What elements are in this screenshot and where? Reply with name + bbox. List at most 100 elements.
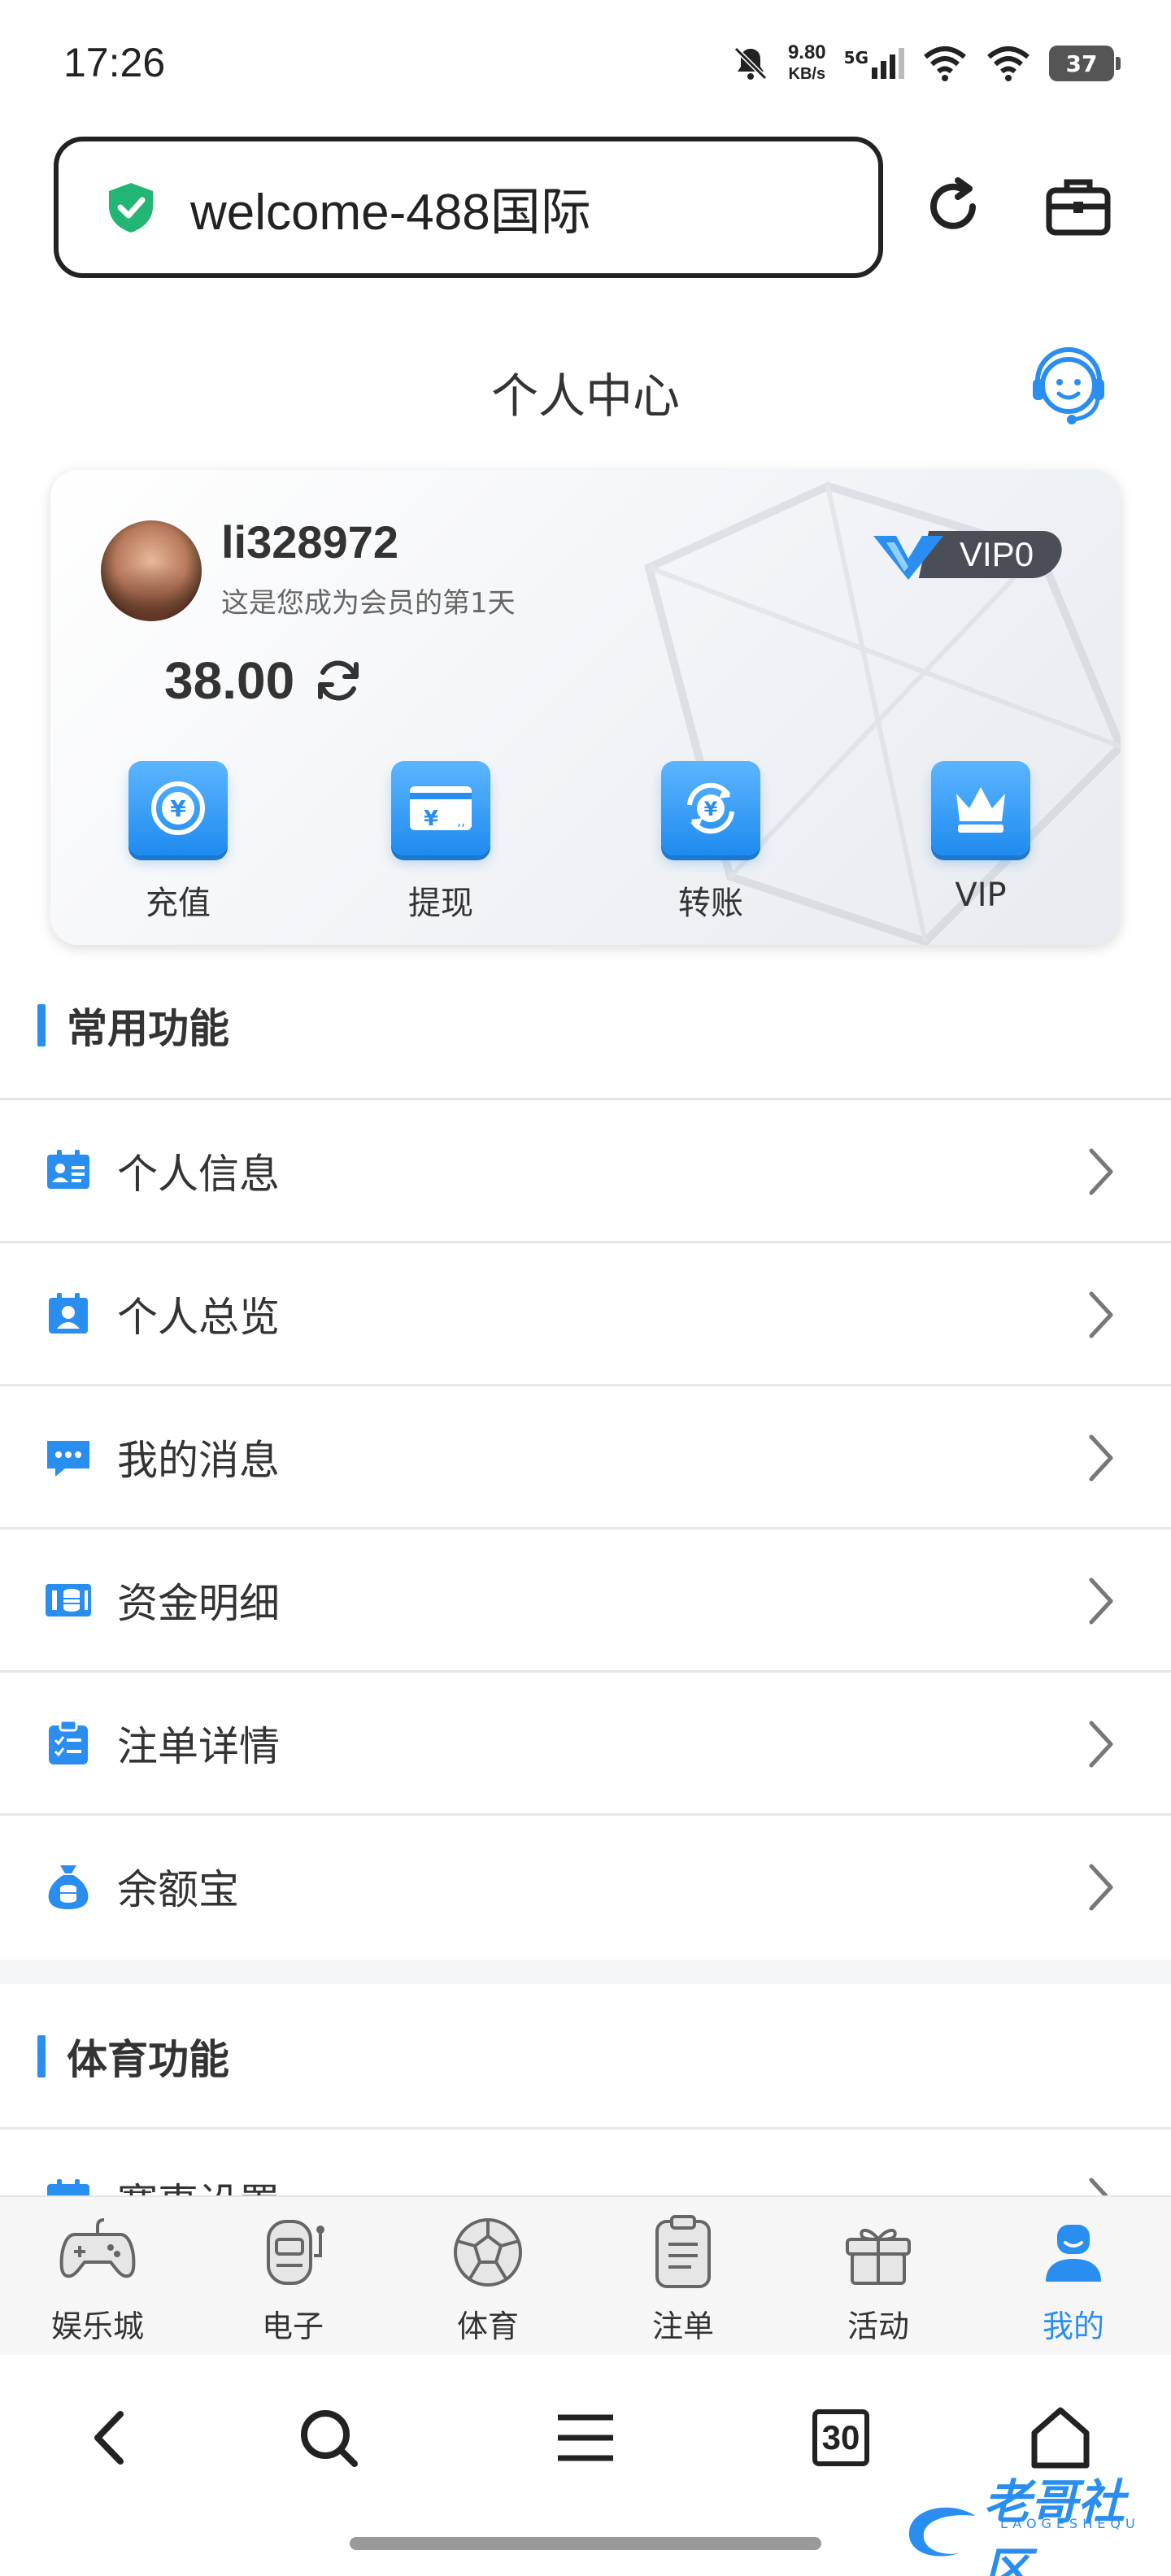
chevron-right-icon bbox=[1089, 1434, 1113, 1482]
hamburger-menu-icon bbox=[558, 2414, 613, 2461]
bottom-tab-bar: 娱乐城 电子 体育 注单 活动 我的 bbox=[0, 2195, 1171, 2355]
vip-level: VIP0 bbox=[960, 535, 1034, 573]
profile-icon bbox=[1046, 2225, 1101, 2282]
dragon-logo-icon bbox=[908, 2507, 976, 2556]
message-icon bbox=[47, 1440, 89, 1477]
status-icons: 9.80 KB/s 5G 37 bbox=[731, 39, 1121, 88]
search-button[interactable] bbox=[289, 2399, 368, 2477]
address-bar[interactable]: welcome-488国际 bbox=[54, 137, 883, 278]
menu-item-balance-treasure[interactable]: 余额宝 bbox=[0, 1813, 1171, 1956]
recharge-button[interactable]: ¥ 充值 bbox=[50, 761, 306, 924]
tab-bets[interactable]: 注单 bbox=[586, 2197, 781, 2355]
recharge-label: 充值 bbox=[146, 885, 211, 922]
vip-button[interactable]: VIP bbox=[846, 761, 1116, 924]
tab-label: 电子 bbox=[261, 2308, 324, 2344]
menu-item-label: 个人总览 bbox=[117, 1293, 280, 1341]
status-bar: 17:26 9.80 KB/s 5G 37 bbox=[0, 0, 1171, 122]
svg-text:¥: ¥ bbox=[704, 798, 718, 820]
gamepad-icon bbox=[59, 2218, 136, 2278]
menu-item-label: 个人信息 bbox=[117, 1150, 280, 1198]
menu-item-my-messages[interactable]: 我的消息 bbox=[0, 1384, 1171, 1527]
menu-item-label: 我的消息 bbox=[117, 1436, 280, 1484]
transfer-icon: ¥ bbox=[687, 782, 734, 834]
gift-icon bbox=[846, 2229, 911, 2285]
back-arrow-icon bbox=[94, 2411, 124, 2465]
mute-bell-icon bbox=[734, 46, 768, 80]
svg-text:,,: ,, bbox=[457, 813, 465, 829]
quick-actions: ¥ 充值 ¥,, 提现 ¥ 转账 VIP bbox=[50, 761, 1121, 924]
money-bag-icon bbox=[48, 1865, 89, 1909]
toolbox-button[interactable] bbox=[1044, 172, 1112, 241]
reload-button[interactable] bbox=[919, 172, 987, 241]
menu-item-bet-details[interactable]: 注单详情 bbox=[0, 1670, 1171, 1813]
tab-label: 活动 bbox=[847, 2308, 909, 2344]
reload-icon bbox=[930, 177, 976, 229]
menu-item-label: 资金明细 bbox=[117, 1579, 280, 1627]
refresh-balance-icon[interactable] bbox=[312, 655, 364, 707]
tab-mine[interactable]: 我的 bbox=[976, 2197, 1171, 2355]
transfer-label: 转账 bbox=[678, 885, 743, 922]
withdraw-button[interactable]: ¥,, 提现 bbox=[306, 761, 576, 924]
wifi-icon-2 bbox=[987, 46, 1030, 81]
transfer-button[interactable]: ¥ 转账 bbox=[576, 761, 846, 924]
chevron-right-icon bbox=[1089, 1148, 1113, 1195]
back-button[interactable] bbox=[72, 2399, 150, 2477]
secure-shield-icon bbox=[109, 183, 153, 233]
page-title: 个人中心 bbox=[490, 368, 680, 424]
clipboard-icon bbox=[49, 1719, 88, 1764]
user-badge-icon bbox=[49, 1292, 88, 1334]
balance-amount: 38.00 bbox=[164, 651, 295, 710]
toolbox-icon bbox=[1046, 179, 1111, 236]
watermark-subtext: LAOGESHEQU bbox=[1000, 2516, 1140, 2531]
tab-activities[interactable]: 活动 bbox=[781, 2197, 976, 2355]
football-icon bbox=[454, 2218, 522, 2287]
vip-badge[interactable]: VIP0 bbox=[872, 529, 1067, 581]
section-accent-bar bbox=[37, 1004, 46, 1046]
vip-label: VIP bbox=[955, 877, 1007, 914]
tab-label: 体育 bbox=[456, 2308, 519, 2344]
withdraw-label: 提现 bbox=[408, 885, 473, 922]
recharge-icon: ¥ bbox=[151, 781, 205, 835]
funds-icon bbox=[46, 1583, 91, 1617]
search-icon bbox=[301, 2410, 358, 2467]
member-days-text: 这是您成为会员的第1天 bbox=[221, 587, 516, 620]
tab-label: 注单 bbox=[651, 2308, 714, 2344]
home-indicator[interactable] bbox=[350, 2537, 821, 2550]
slot-machine-icon bbox=[267, 2220, 324, 2285]
tab-casino[interactable]: 娱乐城 bbox=[0, 2197, 195, 2355]
menu-item-personal-overview[interactable]: 个人总览 bbox=[0, 1241, 1171, 1384]
customer-service-button[interactable] bbox=[1026, 345, 1111, 429]
tab-label: 娱乐城 bbox=[50, 2308, 144, 2344]
document-icon bbox=[655, 2215, 711, 2288]
id-card-icon bbox=[47, 1149, 89, 1189]
section-divider bbox=[0, 1960, 1171, 1984]
menu-item-personal-info[interactable]: 个人信息 bbox=[0, 1098, 1171, 1241]
tab-label: 我的 bbox=[1042, 2308, 1104, 2344]
tab-sports[interactable]: 体育 bbox=[390, 2197, 586, 2355]
crown-icon bbox=[956, 787, 1005, 833]
tab-electronic[interactable]: 电子 bbox=[195, 2197, 390, 2355]
balance: 38.00 bbox=[164, 651, 364, 711]
battery-icon: 37 bbox=[1049, 46, 1121, 81]
url-text: welcome-488国际 bbox=[190, 185, 591, 241]
withdraw-icon: ¥,, bbox=[410, 786, 472, 831]
home-icon bbox=[1031, 2407, 1090, 2469]
menu-item-label: 余额宝 bbox=[117, 1865, 239, 1913]
vip-diamond-icon bbox=[873, 536, 943, 580]
chevron-right-icon bbox=[1089, 1577, 1113, 1625]
username: li328972 bbox=[221, 516, 398, 568]
sports-functions-header: 体育功能 bbox=[0, 2004, 1171, 2109]
menu-button[interactable] bbox=[546, 2399, 625, 2477]
section-title: 常用功能 bbox=[67, 1005, 229, 1052]
avatar[interactable] bbox=[101, 520, 202, 621]
section-accent-bar bbox=[37, 2035, 46, 2078]
net-speed: 9.80 KB/s bbox=[787, 41, 826, 84]
chevron-right-icon bbox=[1089, 1291, 1113, 1338]
cell-signal-icon: 5G bbox=[844, 48, 904, 79]
chevron-right-icon bbox=[1089, 1721, 1113, 1768]
menu-item-fund-details[interactable]: 资金明细 bbox=[0, 1527, 1171, 1670]
tabs-button[interactable]: 30 bbox=[802, 2399, 880, 2477]
chevron-right-icon bbox=[1089, 1864, 1113, 1911]
customer-service-icon bbox=[1033, 347, 1104, 424]
common-functions-list: 个人信息 个人总览 我的消息 资金明细 注单详情 余额宝 bbox=[0, 1098, 1171, 1956]
